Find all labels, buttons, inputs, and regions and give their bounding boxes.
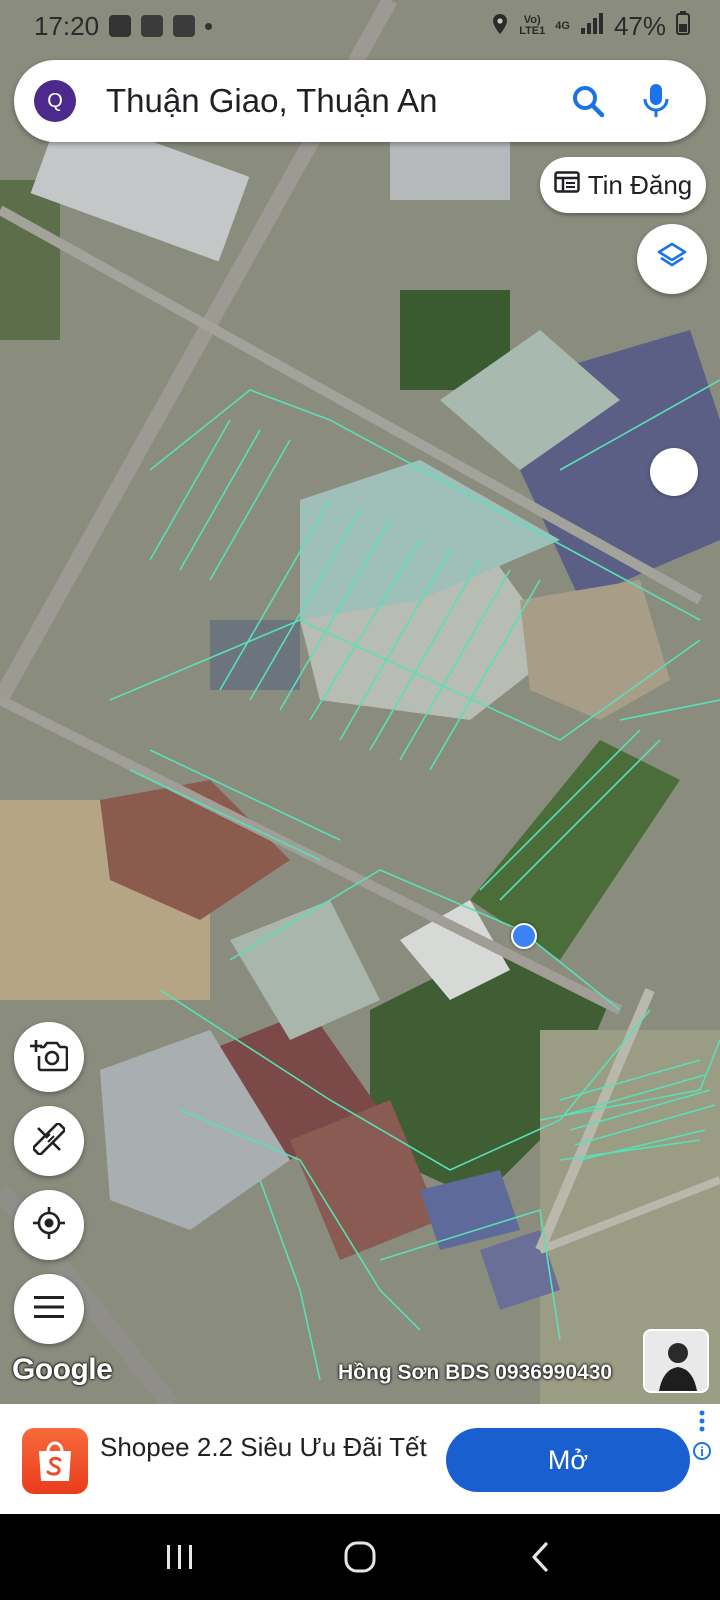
current-location-marker <box>511 923 537 949</box>
battery-percent: 47% <box>613 10 666 41</box>
facebook-notification-icon <box>141 15 164 37</box>
roof-white <box>390 140 510 200</box>
ad-open-button[interactable]: Mở <box>446 1428 690 1492</box>
measure-tool-button[interactable] <box>14 1106 84 1176</box>
account-avatar[interactable]: Q <box>34 80 76 122</box>
volte-indicator: Vo) LTE1 <box>519 15 545 37</box>
facebook-notification-icon <box>173 15 196 37</box>
ad-title: Shopee 2.2 Siêu Ưu Đãi Tết <box>100 1432 427 1462</box>
add-photo-button[interactable] <box>14 1022 84 1092</box>
recent-apps-icon[interactable] <box>150 1527 210 1587</box>
ad-banner[interactable]: Shopee 2.2 Siêu Ưu Đãi Tết Mở i <box>0 1404 720 1514</box>
my-location-button[interactable] <box>14 1190 84 1260</box>
search-input[interactable]: Thuận Giao, Thuận An <box>106 82 542 120</box>
tree-cluster <box>0 180 60 340</box>
layers-icon <box>656 241 688 278</box>
compass-button[interactable] <box>650 448 698 496</box>
data-indicator: 4G <box>555 19 570 32</box>
measure-tool-icon <box>32 1121 66 1160</box>
listings-chip-label: Tin Đăng <box>587 169 693 200</box>
battery-icon <box>676 10 690 42</box>
signal-icon <box>580 11 604 42</box>
map-credit: Hồng Sơn BDS 0936990430 <box>338 1361 613 1384</box>
listing-icon <box>553 170 580 201</box>
menu-icon <box>34 1295 64 1323</box>
microphone-icon[interactable] <box>634 79 678 123</box>
listings-chip[interactable]: Tin Đăng <box>540 157 706 213</box>
shopee-logo <box>22 1428 88 1494</box>
menu-button[interactable] <box>14 1274 84 1344</box>
lte-label: LTE1 <box>519 25 546 37</box>
ad-info-icon[interactable]: i <box>693 1442 711 1460</box>
ad-options-icon[interactable] <box>698 1410 706 1437</box>
camera-add-icon <box>30 1038 69 1077</box>
search-bar[interactable]: Q Thuận Giao, Thuận An <box>14 60 706 142</box>
location-status-icon <box>491 11 509 42</box>
layers-button[interactable] <box>637 224 707 294</box>
search-icon[interactable] <box>566 79 610 123</box>
status-bar: 17:20 Vo) LTE1 4G 47% <box>0 0 720 52</box>
google-logo: Google <box>12 1353 113 1386</box>
gallery-notification-icon <box>109 15 132 37</box>
user-profile-thumbnail[interactable] <box>643 1329 709 1393</box>
back-icon[interactable] <box>510 1527 570 1587</box>
home-icon[interactable] <box>330 1527 390 1587</box>
system-navigation-bar <box>0 1514 720 1600</box>
more-notifications-icon <box>205 22 213 30</box>
my-location-icon <box>32 1206 66 1245</box>
clock: 17:20 <box>34 10 100 41</box>
